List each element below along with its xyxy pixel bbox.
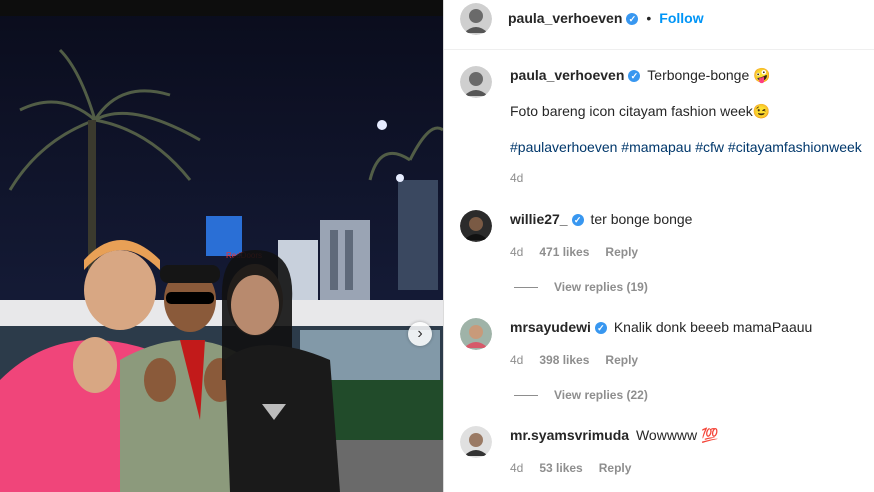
reply-button[interactable]: Reply [599, 461, 632, 475]
divider-line [514, 395, 538, 397]
comment-meta: 4d 53 likes Reply [510, 461, 647, 475]
next-photo-button[interactable]: › [408, 322, 432, 346]
caption-text: Foto bareng icon citayam fashion week😉 [510, 103, 771, 119]
author-username[interactable]: paula_verhoeven [508, 10, 622, 26]
view-replies-label: View replies (19) [554, 280, 648, 294]
follow-button[interactable]: Follow [659, 10, 703, 26]
verified-badge-icon: ✓ [628, 70, 641, 83]
avatar-image [460, 318, 492, 350]
comment-username[interactable]: willie27_ [510, 211, 568, 227]
comment-line: mrsayudewi ✓ Knalik donk beeeb mamaPaauu [510, 319, 812, 335]
comment-time: 4d [510, 353, 524, 367]
comments-panel: paula_verhoeven ✓ • Follow paula_verhoeven ✓… [443, 0, 874, 492]
caption-author-avatar[interactable] [460, 66, 492, 98]
comment-line: mr.syamsvrimuda Wowwww 💯 [510, 427, 718, 444]
avatar-image [460, 66, 492, 98]
comment-meta: 4d 471 likes Reply [510, 245, 654, 259]
post-photo-image: RedDoors [0, 0, 443, 492]
comment-text: Knalik donk beeeb mamaPaauu [613, 319, 813, 335]
reply-button[interactable]: Reply [605, 245, 638, 259]
caption-line-1: paula_verhoeven ✓ Terbonge-bonge 🤪 [510, 67, 771, 84]
post-header: paula_verhoeven ✓ • Follow [444, 0, 874, 50]
comment-likes[interactable]: 471 likes [539, 245, 589, 259]
avatar-image [460, 426, 492, 458]
comment-text: ter bonge bonge [590, 211, 693, 227]
commenter-avatar[interactable] [460, 426, 492, 458]
commenter-avatar[interactable] [460, 318, 492, 350]
comment-line: willie27_ ✓ ter bonge bonge [510, 211, 692, 227]
comment-username[interactable]: mrsayudewi [510, 319, 591, 335]
verified-badge-icon: ✓ [594, 322, 607, 335]
post-photo[interactable]: RedDoors › [0, 0, 443, 492]
caption-username[interactable]: paula_verhoeven [510, 67, 624, 83]
reply-button[interactable]: Reply [605, 353, 638, 367]
caption-title: Terbonge-bonge 🤪 [647, 67, 771, 83]
comment-time: 4d [510, 245, 524, 259]
chevron-right-icon: › [417, 325, 423, 342]
comment-text: Wowwww 💯 [635, 427, 719, 443]
avatar-image [460, 210, 492, 242]
separator-dot: • [646, 10, 652, 26]
comment-likes[interactable]: 398 likes [539, 353, 589, 367]
avatar-image [460, 3, 492, 35]
comment-likes[interactable]: 53 likes [539, 461, 582, 475]
comment-time: 4d [510, 461, 524, 475]
commenter-avatar[interactable] [460, 210, 492, 242]
comment-meta: 4d 398 likes Reply [510, 353, 654, 367]
verified-badge-icon: ✓ [626, 12, 639, 25]
caption-hashtags[interactable]: #paulaverhoeven #mamapau #cfw #citayamfa… [510, 139, 862, 155]
comment-username[interactable]: mr.syamsvrimuda [510, 427, 629, 443]
divider-line [514, 287, 538, 289]
view-replies-label: View replies (22) [554, 388, 648, 402]
verified-badge-icon: ✓ [571, 214, 584, 227]
author-avatar[interactable] [460, 3, 492, 35]
view-replies-button[interactable]: View replies (19) [514, 280, 648, 294]
view-replies-button[interactable]: View replies (22) [514, 388, 648, 402]
caption-time: 4d [510, 171, 524, 185]
